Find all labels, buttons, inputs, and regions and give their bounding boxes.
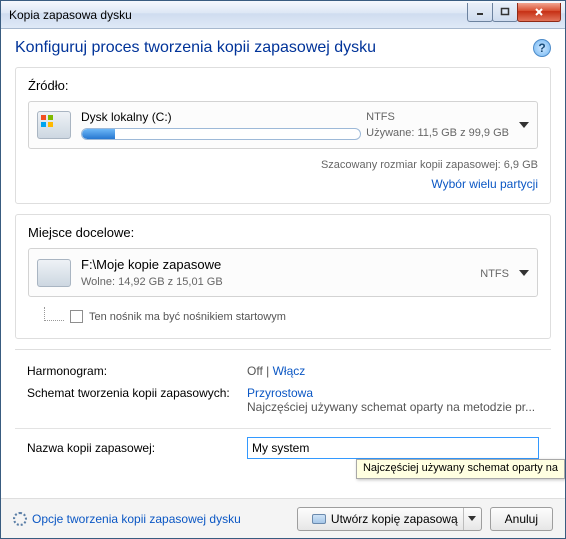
backup-options-link[interactable]: Opcje tworzenia kopii zapasowej dysku — [13, 512, 241, 526]
tree-connector — [44, 307, 64, 321]
source-usage: Używane: 11,5 GB z 99,9 GB — [366, 127, 509, 139]
backup-window: Kopia zapasowa dysku Konfiguruj proces t… — [0, 0, 566, 539]
scheme-link[interactable]: Przyrostowa — [247, 386, 313, 400]
drive-icon — [37, 111, 71, 139]
schedule-label: Harmonogram: — [27, 364, 247, 378]
footer: Opcje tworzenia kopii zapasowej dysku Ut… — [1, 498, 565, 538]
destination-panel: Miejsce docelowe: F:\Moje kopie zapasowe… — [15, 214, 551, 339]
tooltip: Najczęściej używany schemat oparty na — [356, 459, 565, 479]
split-arrow-icon[interactable] — [463, 508, 481, 530]
source-disk-name: Dysk lokalny (C:) — [81, 110, 366, 124]
destination-disk-card[interactable]: F:\Moje kopie zapasowe Wolne: 14,92 GB z… — [28, 248, 538, 297]
destination-fs: NTFS — [480, 268, 509, 280]
maximize-button[interactable] — [492, 3, 518, 22]
estimate-text: Szacowany rozmiar kopii zapasowej: 6,9 G… — [28, 159, 538, 171]
page-heading: Konfiguruj proces tworzenia kopii zapaso… — [15, 39, 533, 57]
bootable-label: Ten nośnik ma być nośnikiem startowym — [89, 311, 286, 323]
scheme-description: Najczęściej używany schemat oparty na me… — [247, 400, 535, 414]
destination-title: Miejsce docelowe: — [28, 225, 538, 240]
chevron-down-icon[interactable] — [519, 122, 529, 128]
multi-partition-link[interactable]: Wybór wielu partycji — [431, 177, 538, 191]
scheme-label: Schemat tworzenia kopii zapasowych: — [27, 386, 247, 414]
backup-name-label: Nazwa kopii zapasowej: — [27, 441, 247, 455]
titlebar: Kopia zapasowa dysku — [1, 1, 565, 29]
minimize-button[interactable] — [467, 3, 493, 22]
gear-icon — [13, 512, 27, 526]
bootable-checkbox[interactable] — [70, 310, 83, 323]
destination-free: Wolne: 14,92 GB z 15,01 GB — [81, 276, 480, 288]
schedule-status: Off — [247, 364, 263, 378]
source-panel: Źródło: Dysk lokalny (C:) NTFS Używane: … — [15, 67, 551, 204]
schedule-enable-link[interactable]: Włącz — [273, 364, 306, 378]
window-title: Kopia zapasowa dysku — [9, 8, 132, 22]
help-icon[interactable]: ? — [533, 39, 551, 57]
source-usage-bar — [81, 128, 361, 140]
close-button[interactable] — [517, 3, 561, 22]
cancel-button[interactable]: Anuluj — [490, 507, 553, 531]
backup-name-input[interactable] — [247, 437, 539, 459]
backup-icon — [312, 514, 326, 524]
source-fs: NTFS — [366, 111, 509, 123]
source-title: Źródło: — [28, 78, 538, 93]
create-backup-button[interactable]: Utwórz kopię zapasową — [297, 507, 482, 531]
drive-icon — [37, 259, 71, 287]
chevron-down-icon[interactable] — [519, 270, 529, 276]
source-disk-card[interactable]: Dysk lokalny (C:) NTFS Używane: 11,5 GB … — [28, 101, 538, 149]
destination-path: F:\Moje kopie zapasowe — [81, 257, 480, 272]
window-buttons — [468, 3, 561, 22]
